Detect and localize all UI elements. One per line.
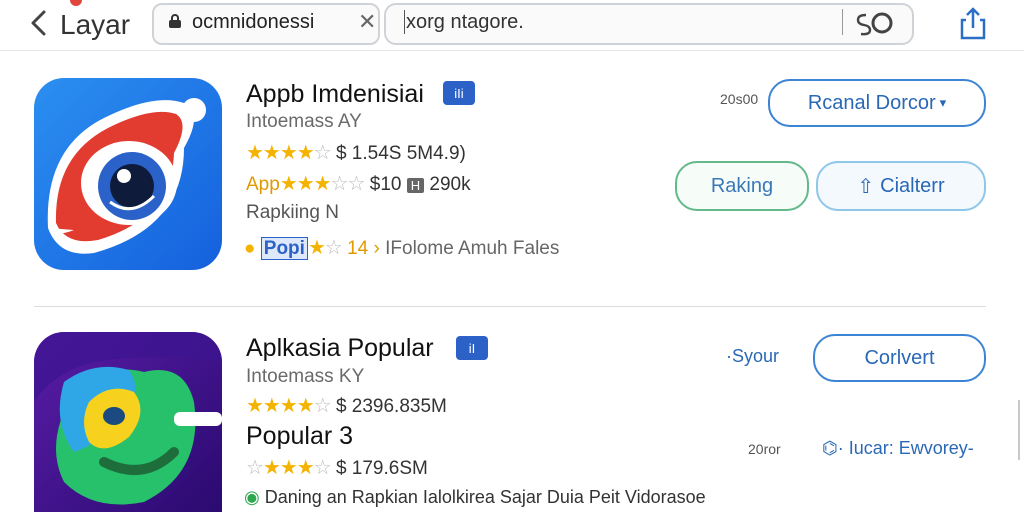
publisher-name[interactable]: Intoemass KY [246,366,364,388]
rating-text: $ 2396.835M [335,396,447,417]
star-rating: ★★★★☆ [246,142,332,164]
rating-row: ★★★★☆ $ 1.54S 5M4.9) [246,140,466,165]
rating-row: ★★★★☆ $ 2396.835M [246,393,447,418]
convert-button-label: Corlvert [864,346,935,369]
close-icon[interactable]: ✕ [358,9,376,35]
app-subtitle[interactable]: Popular 3 [246,422,353,451]
category-label[interactable]: Rapkiing N [246,202,339,224]
back-label[interactable]: Layar [60,9,130,41]
chevron-right-icon: › [373,238,380,259]
app-title[interactable]: Aplkasia Popular [246,334,434,363]
star-rating: ★★★★☆ [246,395,332,417]
list-divider [34,306,986,307]
promo-count: 14 [347,238,369,259]
footer-text[interactable]: Daning an Rapkian Ialolkirea Sajar Duia … [265,487,706,507]
search-divider [842,9,843,35]
size-box: H [406,178,425,193]
star-rating: ★★★☆☆ [279,173,366,195]
badge-text: iI [468,340,476,356]
ranking-button[interactable]: Raking [675,161,809,211]
price-row: App★★★☆☆ $10 H 290k [246,171,471,196]
url-text[interactable]: ocmnidonessi [192,11,314,34]
chevron-left-icon[interactable] [24,8,54,38]
lock-icon [169,14,181,28]
chevron-down-icon: ▾ [939,95,947,110]
app-icon-eye[interactable] [34,78,222,270]
app-badge: iI [456,336,488,360]
footer-row: ◉ Daning an Rapkian Ialolkirea Sajar Dui… [244,487,706,508]
rating-text: $ 179.6SM [335,458,428,479]
rating-row-2: ☆★★★☆ $ 179.6SM [246,455,428,480]
scrollbar[interactable] [1018,400,1020,460]
download-count: 290k [429,174,471,195]
app-label: App [246,174,280,195]
convert-button[interactable]: Corlvert [813,334,986,382]
side-number: 20ror [748,441,781,457]
share-icon[interactable] [958,6,988,40]
star-rating: ★☆ [307,237,343,259]
search-query[interactable]: xorg ntagore. [406,11,524,34]
check-circle-icon: ◉ [244,487,260,507]
upload-icon: ⇧ [857,175,875,198]
app-icon-popular[interactable] [34,332,222,512]
star-rating: ☆★★★☆ [246,457,332,479]
chat-logo-icon [34,332,222,505]
price-value: $10 [369,174,402,195]
publisher-name[interactable]: Intoemass AY [246,111,362,133]
link-icon: ⌬ [822,438,838,458]
promo-tag[interactable]: Popi [260,237,308,260]
side-link[interactable]: ·Syour [726,346,779,367]
primary-button[interactable]: Rcanal Dorcor ▾ [768,79,986,127]
promo-row: ● Popi ★☆ 14 › IFolome Amuh Fales [244,235,559,260]
install-button-label: Cialterr [880,174,945,197]
promo-text[interactable]: IFolome Amuh Fales [385,238,559,259]
ranking-button-label: Raking [710,174,774,197]
badge-text: iIi [454,85,464,101]
install-button[interactable]: ⇧ Cialterr [816,161,986,211]
app-title[interactable]: Appb Imdenisiai [246,80,424,109]
text-cursor [404,10,405,34]
eye-icon [47,98,206,254]
side-number: 20s00 [720,91,759,107]
coin-icon: ● [244,238,256,259]
side-link-2-label: · Iucar: Ewvorey- [837,438,974,458]
side-link-2[interactable]: ⌬· Iucar: Ewvorey- [822,438,974,459]
primary-button-label: Rcanal Dorcor [807,91,936,114]
search-icon[interactable] [852,9,898,37]
rating-text: $ 1.54S 5M4.9) [335,143,466,164]
app-badge: iIi [443,81,475,105]
